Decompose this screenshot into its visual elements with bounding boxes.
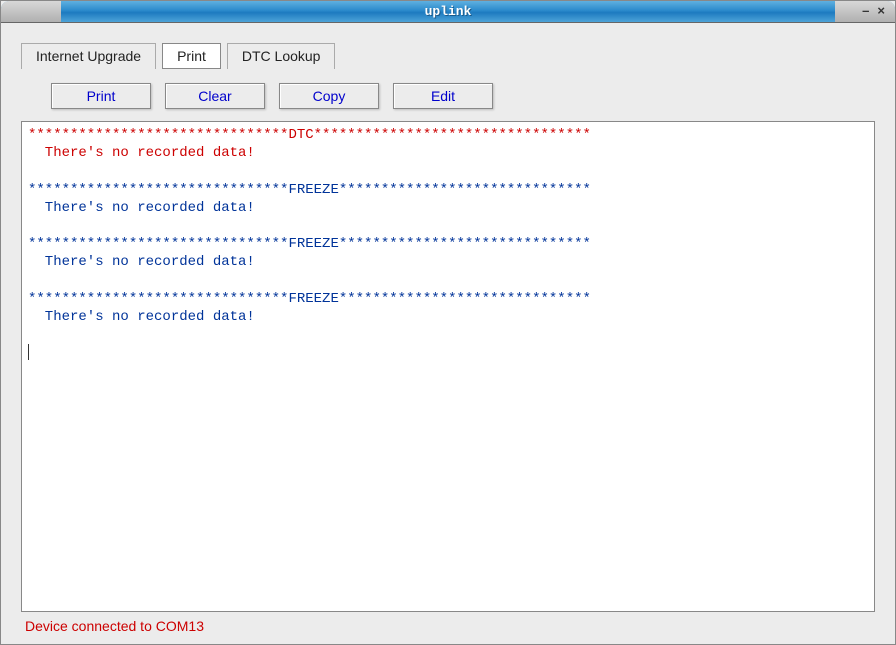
output-blank-line bbox=[28, 326, 868, 344]
output-section-header: *******************************FREEZE***… bbox=[28, 235, 868, 253]
output-text-area[interactable]: *******************************DTC******… bbox=[21, 121, 875, 612]
content-area: Internet Upgrade Print DTC Lookup Print … bbox=[1, 23, 895, 644]
output-section-body: There's no recorded data! bbox=[28, 308, 868, 326]
edit-button[interactable]: Edit bbox=[393, 83, 493, 109]
output-blank-line bbox=[28, 217, 868, 235]
copy-button[interactable]: Copy bbox=[279, 83, 379, 109]
output-section-header: *******************************FREEZE***… bbox=[28, 181, 868, 199]
output-section-body: There's no recorded data! bbox=[28, 199, 868, 217]
print-button[interactable]: Print bbox=[51, 83, 151, 109]
action-buttons: Print Clear Copy Edit bbox=[51, 83, 875, 109]
app-window: uplink – × Internet Upgrade Print DTC Lo… bbox=[0, 0, 896, 645]
tab-print[interactable]: Print bbox=[162, 43, 221, 69]
output-section-header: *******************************FREEZE***… bbox=[28, 290, 868, 308]
output-section-body: There's no recorded data! bbox=[28, 253, 868, 271]
status-bar: Device connected to COM13 bbox=[21, 612, 875, 636]
minimize-button[interactable]: – bbox=[862, 3, 869, 18]
tab-bar: Internet Upgrade Print DTC Lookup bbox=[21, 43, 875, 69]
titlebar-controls: – × bbox=[862, 3, 885, 18]
output-blank-line bbox=[28, 272, 868, 290]
text-cursor bbox=[28, 344, 29, 360]
close-button[interactable]: × bbox=[877, 3, 885, 18]
clear-button[interactable]: Clear bbox=[165, 83, 265, 109]
output-section-body: There's no recorded data! bbox=[28, 144, 868, 162]
titlebar[interactable]: uplink – × bbox=[1, 1, 895, 23]
output-section-header: *******************************DTC******… bbox=[28, 126, 868, 144]
tab-internet-upgrade[interactable]: Internet Upgrade bbox=[21, 43, 156, 69]
tab-dtc-lookup[interactable]: DTC Lookup bbox=[227, 43, 336, 69]
output-blank-line bbox=[28, 162, 868, 180]
window-title: uplink bbox=[1, 4, 895, 19]
